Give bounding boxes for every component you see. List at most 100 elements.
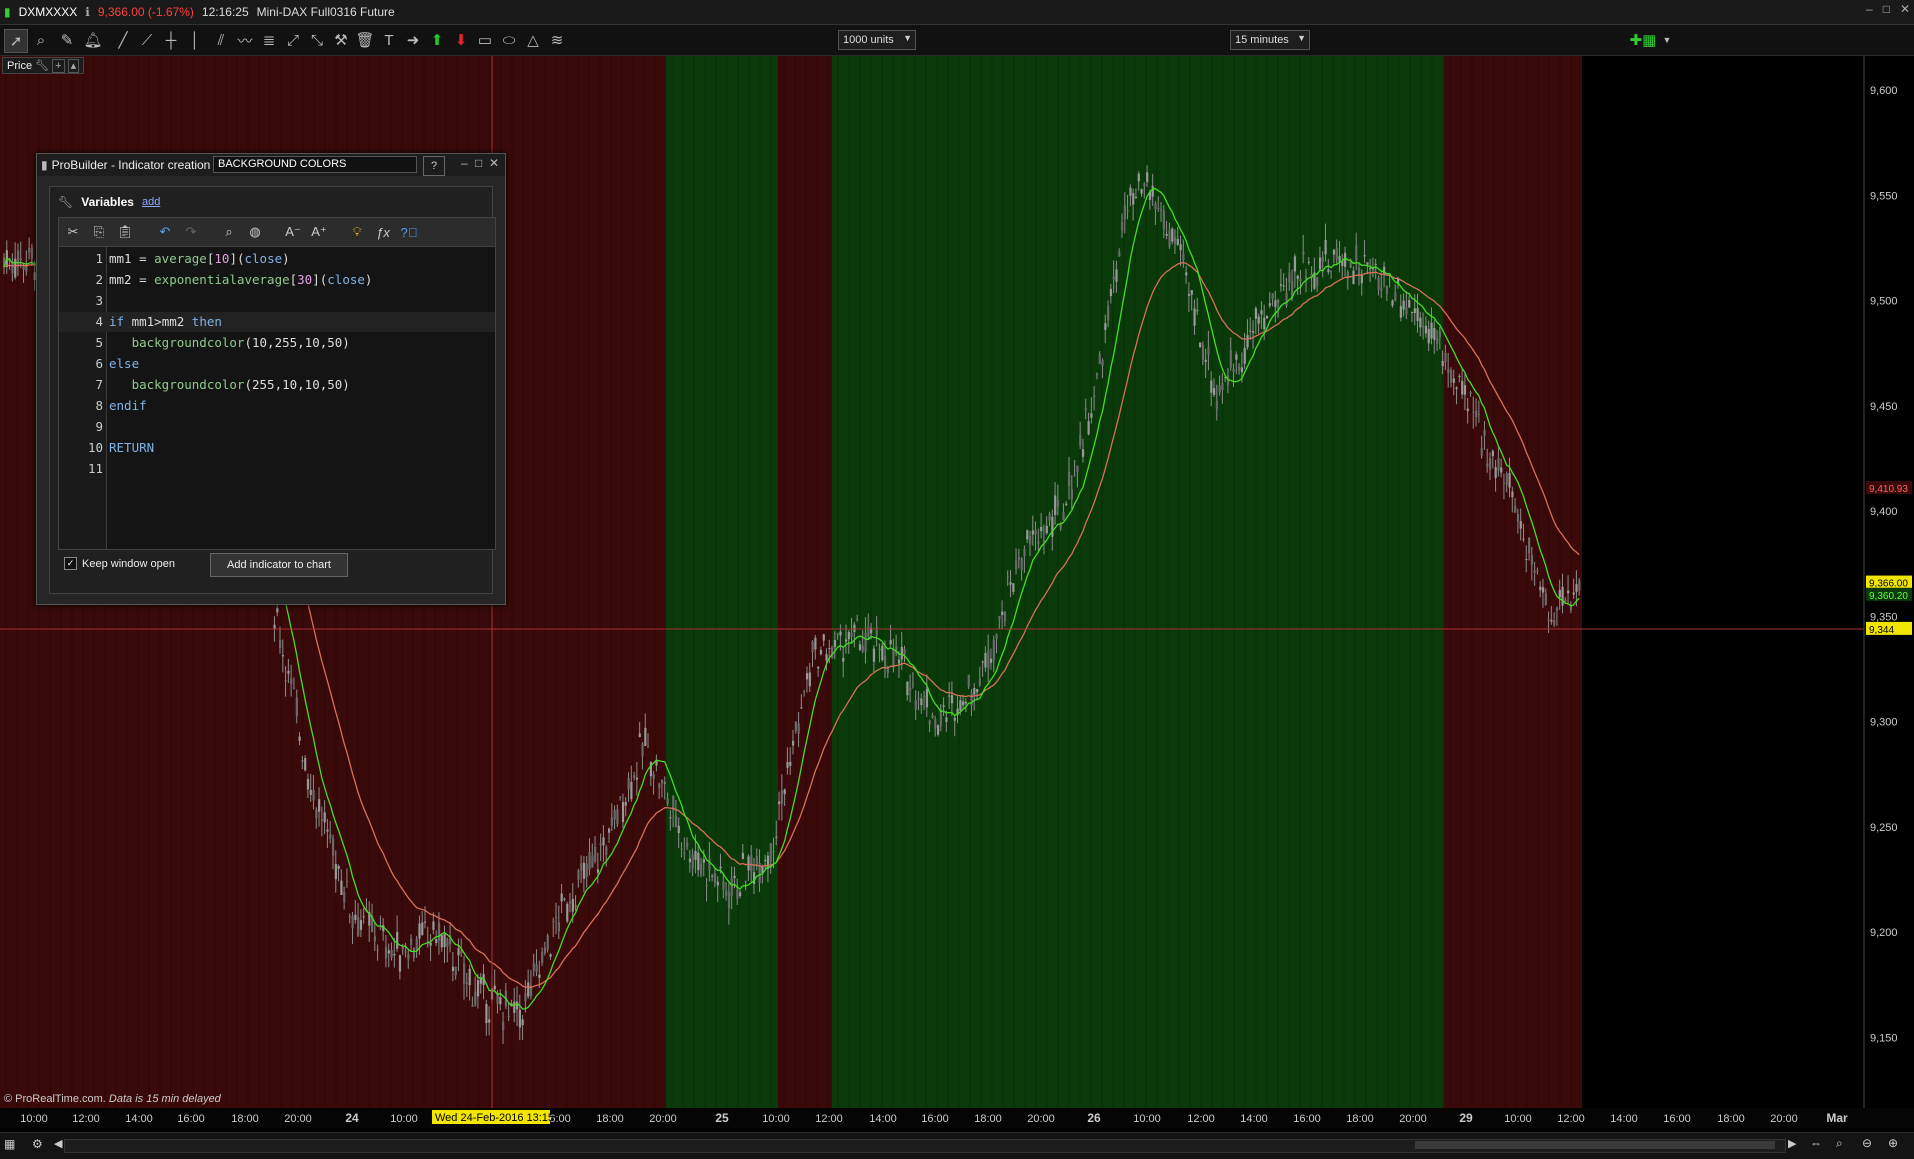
code-line[interactable]: 5 backgroundcolor(10,255,10,50) bbox=[59, 333, 495, 353]
settings-icon[interactable]: ⚙ bbox=[32, 1137, 43, 1151]
info-icon[interactable]: ℹ bbox=[85, 5, 90, 19]
ellipse-icon[interactable]: ⬭ bbox=[498, 29, 520, 51]
instrument-code[interactable]: DXMXXXX bbox=[19, 5, 78, 19]
code-line[interactable]: 8 endif bbox=[59, 396, 495, 416]
close-icon[interactable]: ✕ bbox=[489, 156, 499, 170]
code-line[interactable]: 11 bbox=[59, 459, 495, 479]
rectangle-icon[interactable]: ▭ bbox=[474, 29, 496, 51]
redo-icon[interactable]: ↷ bbox=[181, 222, 201, 242]
code-line[interactable]: 4 if mm1>mm2 then bbox=[59, 312, 495, 332]
gann-icon[interactable]: ⤡ bbox=[306, 29, 328, 51]
cut-icon[interactable]: ✂ bbox=[63, 222, 83, 242]
horizontal-line-icon[interactable]: ┼ bbox=[160, 29, 182, 51]
code-line[interactable]: 9 bbox=[59, 417, 495, 437]
candle-body bbox=[884, 655, 887, 668]
add-indicator-icon[interactable]: ✚▦ bbox=[1626, 29, 1660, 51]
paste-icon[interactable]: 📋︎ bbox=[115, 222, 135, 242]
scroll-left-icon[interactable]: ◀ bbox=[54, 1137, 62, 1150]
font-decrease-icon[interactable]: A⁻ bbox=[283, 222, 303, 242]
maximize-icon[interactable]: □ bbox=[1883, 2, 1890, 16]
minimize-icon[interactable]: – bbox=[1866, 2, 1873, 16]
andrews-icon[interactable]: ⤢ bbox=[282, 29, 304, 51]
close-icon[interactable]: ✕ bbox=[1900, 2, 1910, 16]
plus-icon[interactable]: + bbox=[52, 59, 65, 73]
candle-body bbox=[1062, 512, 1065, 520]
keep-window-open-option[interactable]: ✓ Keep window open bbox=[64, 557, 175, 570]
tools-icon[interactable]: ⚒ bbox=[330, 29, 352, 51]
function-icon[interactable]: ƒx bbox=[373, 222, 393, 242]
arrow-up-icon[interactable]: ⬆ bbox=[426, 29, 448, 51]
candle-body bbox=[1151, 185, 1154, 197]
zoom-icon[interactable]: ⌕ bbox=[30, 29, 52, 51]
scrollbar-thumb[interactable] bbox=[1415, 1141, 1775, 1149]
code-line[interactable]: 7 backgroundcolor(255,10,10,50) bbox=[59, 375, 495, 395]
ray-icon[interactable]: ⟋ bbox=[136, 29, 158, 51]
help-icon[interactable]: ? bbox=[423, 156, 445, 176]
candle-body bbox=[847, 632, 850, 640]
chevron-down-icon[interactable]: ▼ bbox=[1660, 29, 1674, 51]
line-icon[interactable]: ╱ bbox=[112, 29, 134, 51]
vertical-line-icon[interactable]: │ bbox=[184, 29, 206, 51]
candle-body bbox=[1377, 277, 1380, 290]
comment-icon[interactable]: ◍ bbox=[245, 222, 265, 242]
triangle-icon[interactable]: △ bbox=[522, 29, 544, 51]
code-line[interactable]: 2 mm2 = exponentialaverage[30](close) bbox=[59, 270, 495, 290]
channel-icon[interactable]: ⫽ bbox=[210, 29, 232, 51]
zoom-out-icon[interactable]: ⊖ bbox=[1862, 1136, 1872, 1150]
code-line[interactable]: 3 bbox=[59, 291, 495, 311]
candle-body bbox=[842, 657, 845, 662]
price-panel-label[interactable]: Price 🔧︎ + ▴ bbox=[2, 57, 85, 74]
price-change: 9,366.00 (-1.67%) bbox=[97, 5, 194, 19]
candle-body bbox=[610, 817, 613, 826]
fit-chart-icon[interactable]: ⇔ bbox=[1810, 1136, 1822, 1150]
chart-scrollbar[interactable] bbox=[64, 1139, 1786, 1153]
lightbulb-icon[interactable]: 💡︎ bbox=[347, 222, 367, 242]
help-circle-icon[interactable]: ?⃝ bbox=[399, 222, 419, 242]
units-select[interactable]: 1000 units ▼ bbox=[838, 30, 916, 50]
candle-body bbox=[1344, 252, 1347, 267]
x-tick-label: 14:00 bbox=[1610, 1113, 1638, 1125]
volume-profile-icon[interactable]: ≋ bbox=[546, 29, 568, 51]
candle-body bbox=[1391, 300, 1394, 306]
editor-toolbar: ✂ ⎘ 📋︎ ↶ ↷ ⌕ ◍ A⁻ A⁺ 💡︎ ƒx ?⃝ bbox=[58, 217, 496, 247]
x-tick-label: 24 bbox=[345, 1111, 359, 1125]
timeframe-select[interactable]: 15 minutes ▼ bbox=[1230, 30, 1310, 50]
pointer-icon[interactable]: ➚ bbox=[4, 29, 28, 53]
scroll-right-icon[interactable]: ▶ bbox=[1788, 1137, 1796, 1150]
x-tick-label: 16:00 bbox=[921, 1113, 949, 1125]
candle-body bbox=[1274, 300, 1277, 308]
copy-icon[interactable]: ⎘ bbox=[89, 222, 109, 242]
arrow-down-icon[interactable]: ⬇ bbox=[450, 29, 472, 51]
pattern-icon[interactable]: 〰 bbox=[234, 29, 256, 51]
search-icon[interactable]: ⌕ bbox=[219, 222, 239, 242]
candle-body bbox=[1176, 239, 1179, 245]
trash-icon[interactable]: 🗑︎ bbox=[354, 29, 376, 51]
zoom-in-icon[interactable]: ⊕ bbox=[1888, 1136, 1898, 1150]
indicator-name-field[interactable]: BACKGROUND COLORS bbox=[213, 156, 417, 173]
arrow-right-icon[interactable]: ➜ bbox=[402, 29, 424, 51]
candle-body bbox=[783, 789, 786, 795]
keep-window-open-checkbox[interactable]: ✓ bbox=[64, 557, 77, 570]
add-indicator-button[interactable]: Add indicator to chart bbox=[210, 553, 348, 577]
ruler-icon[interactable]: ✎ bbox=[56, 29, 78, 51]
code-line[interactable]: 10 RETURN bbox=[59, 438, 495, 458]
maximize-icon[interactable]: □ bbox=[475, 156, 482, 170]
code-line[interactable]: 6 else bbox=[59, 354, 495, 374]
calendar-icon[interactable]: ▦ bbox=[4, 1137, 15, 1151]
font-increase-icon[interactable]: A⁺ bbox=[309, 222, 329, 242]
fibonacci-icon[interactable]: ≣ bbox=[258, 29, 280, 51]
alert-bell-icon[interactable]: 🔔︎ bbox=[82, 29, 104, 51]
undo-icon[interactable]: ↶ bbox=[155, 222, 175, 242]
code-line[interactable]: 1 mm1 = average[10](close) bbox=[59, 249, 495, 269]
add-variable-link[interactable]: add bbox=[142, 196, 160, 208]
candle-body bbox=[789, 761, 792, 766]
candle-body bbox=[1569, 606, 1573, 611]
x-tick-label: 18:00 bbox=[974, 1113, 1002, 1125]
minimize-icon[interactable]: – bbox=[461, 156, 468, 170]
wrench-icon[interactable]: 🔧︎ bbox=[35, 60, 49, 72]
text-icon[interactable]: T bbox=[378, 29, 400, 51]
collapse-icon[interactable]: ▴ bbox=[67, 59, 80, 73]
candle-body bbox=[1564, 599, 1567, 602]
zoom-area-icon[interactable]: ⌕ bbox=[1836, 1136, 1843, 1151]
code-editor[interactable]: 1 mm1 = average[10](close) 2 mm2 = exponent… bbox=[58, 246, 496, 550]
